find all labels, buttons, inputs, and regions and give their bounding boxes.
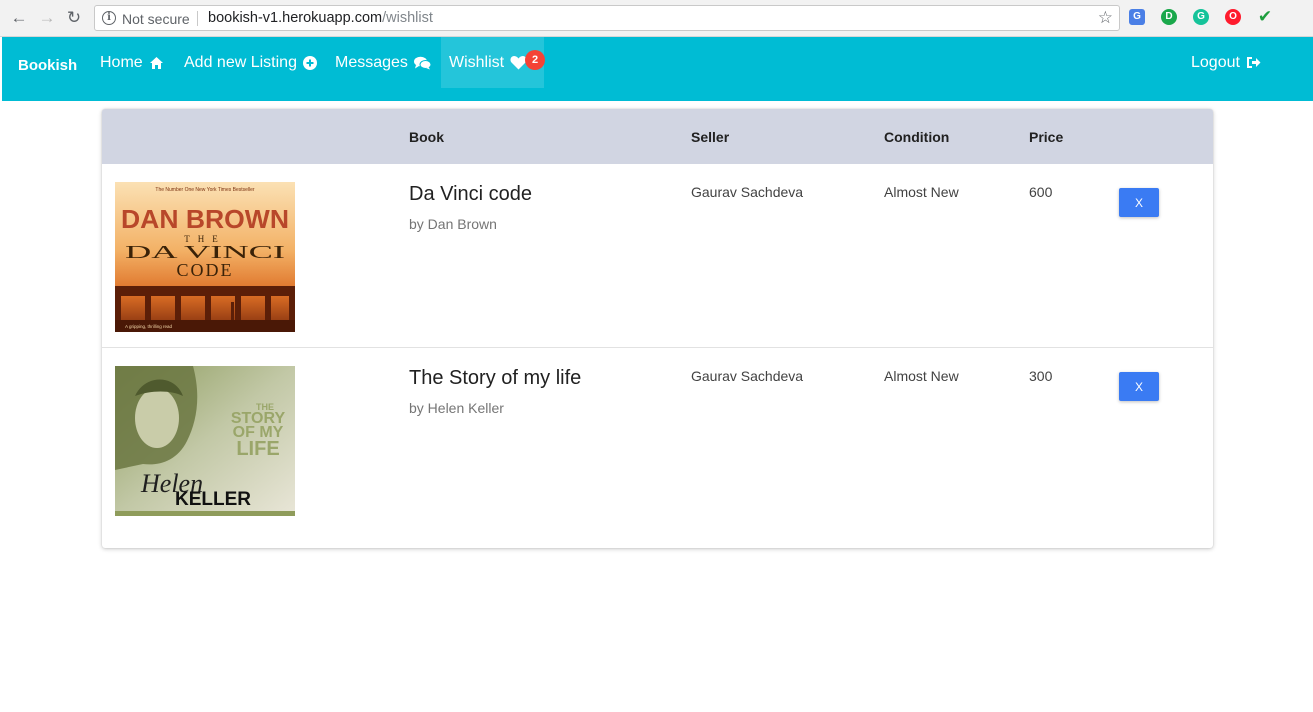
- table-row: The Number One New York Times Bestseller…: [102, 164, 1213, 348]
- nav-messages-label: Messages: [335, 53, 408, 71]
- plus-circle-icon: [302, 55, 317, 70]
- url-text[interactable]: bookish-v1.herokuapp.com/wishlist: [208, 10, 433, 26]
- nav-wishlist-label: Wishlist: [449, 53, 505, 71]
- book-author: by Helen Keller: [409, 400, 504, 416]
- cover-title-line1: DA VINCI: [125, 242, 285, 262]
- translate-icon[interactable]: G: [1129, 9, 1145, 25]
- ld-extension-icon[interactable]: D: [1161, 9, 1177, 25]
- header-price: Price: [1029, 129, 1064, 145]
- forward-icon[interactable]: →: [37, 8, 57, 28]
- brand-logo[interactable]: Bookish: [18, 57, 77, 74]
- cover-title-line2: CODE: [177, 260, 234, 280]
- bookmark-star-icon[interactable]: ☆: [1098, 8, 1113, 28]
- wishlist-table: Book Seller Condition Price The Number O…: [102, 109, 1213, 548]
- condition-value: Almost New: [884, 368, 959, 384]
- header-book: Book: [409, 129, 444, 145]
- price-value: 300: [1029, 368, 1053, 384]
- info-icon[interactable]: i: [102, 11, 116, 25]
- seller-name: Gaurav Sachdeva: [691, 184, 804, 200]
- seller-name: Gaurav Sachdeva: [691, 368, 804, 384]
- address-bar[interactable]: i Not secure bookish-v1.herokuapp.com/wi…: [94, 5, 1120, 31]
- nav-messages[interactable]: Messages: [327, 37, 439, 88]
- home-icon: [149, 56, 164, 70]
- security-label: Not secure: [122, 11, 190, 27]
- cover-tagline: The Number One New York Times Bestseller: [155, 187, 255, 193]
- remove-button[interactable]: X: [1119, 188, 1159, 217]
- divider: [197, 11, 198, 26]
- book-author: by Dan Brown: [409, 216, 497, 232]
- nav-wishlist[interactable]: Wishlist 2: [441, 37, 545, 88]
- browser-toolbar: ← → ↻ i Not secure bookish-v1.herokuapp.…: [0, 0, 1313, 37]
- cover-title-line4: LIFE: [236, 438, 279, 460]
- book-title[interactable]: Da Vinci code: [409, 183, 532, 206]
- header-condition: Condition: [884, 129, 950, 145]
- book-cover-image[interactable]: THE STORY OF MY LIFE Helen KELLER: [115, 366, 295, 516]
- price-value: 600: [1029, 184, 1053, 200]
- back-icon[interactable]: ←: [9, 8, 29, 28]
- checkmark-icon[interactable]: ✔: [1257, 8, 1273, 25]
- book-title[interactable]: The Story of my life: [409, 367, 581, 390]
- reload-icon[interactable]: ↻: [64, 8, 84, 28]
- sign-out-icon: [1246, 56, 1261, 69]
- wishlist-count-badge: 2: [525, 50, 545, 70]
- remove-button[interactable]: X: [1119, 372, 1159, 401]
- header-seller: Seller: [691, 129, 730, 145]
- nav-add-listing-label: Add new Listing: [184, 53, 297, 71]
- book-cover-image[interactable]: The Number One New York Times Bestseller…: [115, 182, 295, 332]
- nav-logout-label: Logout: [1191, 53, 1240, 71]
- nav-add-listing[interactable]: Add new Listing: [176, 37, 325, 88]
- nav-home[interactable]: Home: [92, 37, 172, 88]
- nav-home-label: Home: [100, 53, 143, 71]
- grammarly-icon[interactable]: G: [1193, 9, 1209, 25]
- opera-icon[interactable]: O: [1225, 9, 1241, 25]
- cover-last-name: KELLER: [175, 489, 251, 510]
- table-row: THE STORY OF MY LIFE Helen KELLER The St…: [102, 348, 1213, 532]
- app-navbar: Bookish Home Add new Listing Messages Wi…: [2, 37, 1313, 101]
- table-header: Book Seller Condition Price: [102, 109, 1213, 164]
- condition-value: Almost New: [884, 184, 959, 200]
- cover-author: DAN BROWN: [121, 204, 289, 234]
- cover-footer: A gripping, thrilling read: [125, 324, 173, 329]
- nav-logout[interactable]: Logout: [1183, 37, 1269, 88]
- comments-icon: [413, 56, 431, 70]
